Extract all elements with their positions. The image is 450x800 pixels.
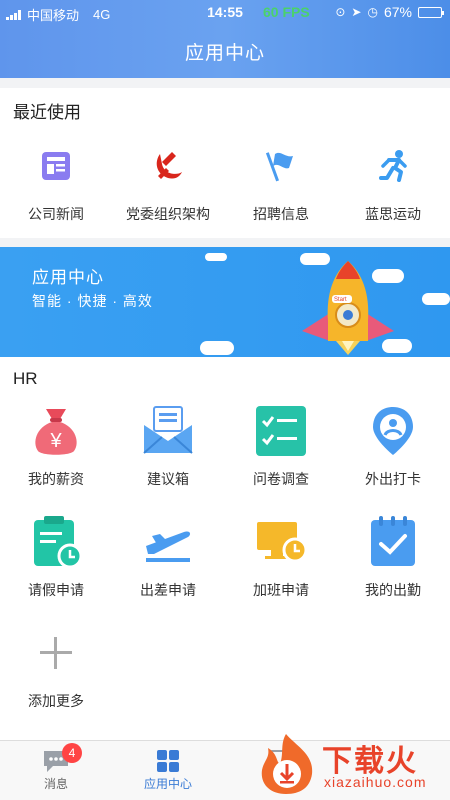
recent-item-recruit[interactable]: 招聘信息 — [225, 138, 337, 224]
hr-item-label: 添加更多 — [28, 693, 84, 709]
hr-item-add-more[interactable]: 添加更多 — [0, 625, 112, 711]
rocket-illustration: Start — [302, 261, 394, 355]
recent-section: 最近使用 公司新闻 党委组织架构 招聘信息 蓝思运动 — [0, 88, 450, 238]
monitor-clock-icon — [253, 514, 309, 570]
svg-text:¥: ¥ — [49, 430, 62, 452]
banner-title: 应用中心 — [32, 268, 104, 287]
fps-counter: 60 FPS — [263, 4, 310, 20]
leave-clipboard-icon — [28, 514, 84, 570]
runner-icon — [365, 138, 421, 194]
recent-item-label: 蓝思运动 — [365, 206, 421, 222]
party-emblem-icon — [140, 138, 196, 194]
attendance-check-icon — [365, 514, 421, 570]
rocket-label: Start — [334, 297, 347, 303]
hr-item-checkin[interactable]: 外出打卡 — [337, 403, 449, 489]
alarm-icon: ⊙ — [335, 5, 346, 19]
battery-icon — [418, 6, 444, 18]
watermark: 下载火 xiazaihuo.com — [254, 732, 444, 796]
money-bag-icon: ¥ — [28, 403, 84, 459]
hr-item-label: 建议箱 — [147, 471, 189, 487]
news-icon — [28, 138, 84, 194]
mailbox-icon — [140, 403, 196, 459]
hr-item-salary[interactable]: ¥ 我的薪资 — [0, 403, 112, 489]
hr-item-label: 外出打卡 — [365, 471, 421, 487]
fire-logo-icon — [261, 734, 313, 794]
status-bar: 中国移动 4G 14:55 60 FPS ⊙ ➤ ◷ 67% — [0, 0, 450, 26]
recent-item-news[interactable]: 公司新闻 — [0, 138, 112, 224]
plus-icon — [28, 625, 84, 681]
hr-item-leave[interactable]: 请假申请 — [0, 514, 112, 600]
hr-item-label: 出差申请 — [140, 582, 196, 598]
checklist-icon — [253, 403, 309, 459]
cloud-decoration — [422, 293, 450, 305]
hr-item-label: 问卷调查 — [253, 471, 309, 487]
recent-item-sport[interactable]: 蓝思运动 — [337, 138, 449, 224]
cloud-decoration — [200, 341, 234, 355]
hr-item-survey[interactable]: 问卷调查 — [225, 403, 337, 489]
battery-percent: 67% — [383, 4, 412, 20]
recent-item-label: 党委组织架构 — [126, 206, 210, 222]
recent-item-label: 公司新闻 — [28, 206, 84, 222]
hr-item-label: 加班申请 — [253, 582, 309, 598]
cloud-decoration — [205, 253, 227, 261]
tab-label: 消息 — [43, 777, 68, 791]
hr-item-suggestion-box[interactable]: 建议箱 — [112, 403, 224, 489]
hr-section: HR ¥ 我的薪资 建议箱 问卷调查 外出打卡 请假申请 出差申请 加班申请 我… — [0, 357, 450, 740]
apps-grid-icon — [157, 750, 179, 772]
clock-icon: ◷ — [367, 5, 378, 19]
hr-item-label: 我的出勤 — [365, 582, 421, 598]
hr-item-overtime[interactable]: 加班申请 — [225, 514, 337, 600]
unread-badge: 4 — [62, 743, 82, 763]
app-center-banner[interactable]: 应用中心 智能 · 快捷 · 高效 Start — [0, 247, 450, 357]
app-header: 中国移动 4G 14:55 60 FPS ⊙ ➤ ◷ 67% 应用中心 — [0, 0, 450, 78]
flag-icon — [253, 138, 309, 194]
recent-item-label: 招聘信息 — [253, 206, 309, 222]
watermark-url: xiazaihuo.com — [324, 774, 427, 790]
hr-item-attendance[interactable]: 我的出勤 — [337, 514, 449, 600]
tab-messages[interactable]: 4 消息 — [0, 743, 112, 792]
hr-item-business-trip[interactable]: 出差申请 — [112, 514, 224, 600]
hr-item-label: 我的薪资 — [28, 471, 84, 487]
location-pin-icon — [365, 403, 421, 459]
hr-item-label: 请假申请 — [28, 582, 84, 598]
location-arrow-icon: ➤ — [351, 5, 362, 19]
page-title: 应用中心 — [184, 43, 265, 64]
plane-icon — [140, 514, 196, 570]
tab-label: 应用中心 — [143, 777, 192, 791]
section-title-recent: 最近使用 — [13, 103, 81, 122]
section-title-hr: HR — [13, 369, 38, 388]
tab-app-center[interactable]: 应用中心 — [112, 747, 224, 792]
banner-subtitle: 智能 · 快捷 · 高效 — [32, 293, 153, 309]
recent-item-party-org[interactable]: 党委组织架构 — [112, 138, 224, 224]
